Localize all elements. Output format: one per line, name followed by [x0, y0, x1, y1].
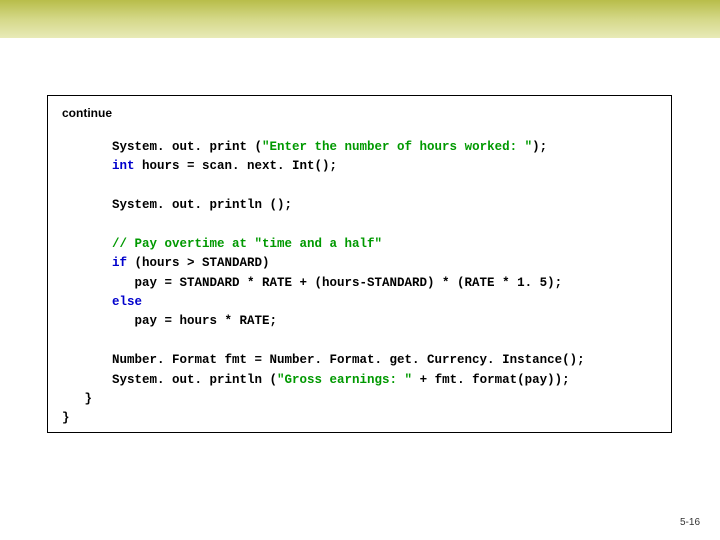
page-number: 5-16: [680, 517, 700, 528]
string-literal: "Gross earnings: ": [277, 373, 412, 387]
comment: // Pay overtime at "time and a half": [112, 237, 382, 251]
keyword-int: int: [112, 159, 135, 173]
code-text: + fmt. format(pay));: [412, 373, 570, 387]
code-text: );: [532, 140, 547, 154]
code-text: (hours > STANDARD): [127, 256, 270, 270]
code-text: }: [62, 411, 70, 425]
code-text: }: [62, 392, 92, 406]
code-block: System. out. print ("Enter the number of…: [112, 138, 657, 390]
continue-label: continue: [62, 106, 657, 120]
code-text: System. out. println (: [112, 373, 277, 387]
code-text: System. out. print (: [112, 140, 262, 154]
keyword-else: else: [112, 295, 142, 309]
closing-braces: } }: [62, 390, 657, 429]
code-text: pay = STANDARD * RATE + (hours-STANDARD)…: [112, 276, 562, 290]
keyword-if: if: [112, 256, 127, 270]
code-text: System. out. println ();: [112, 198, 292, 212]
code-text: hours = scan. next. Int();: [135, 159, 338, 173]
string-literal: "Enter the number of hours worked: ": [262, 140, 532, 154]
code-text: Number. Format fmt = Number. Format. get…: [112, 353, 585, 367]
code-text: pay = hours * RATE;: [112, 314, 277, 328]
slide-top-band: [0, 0, 720, 38]
code-container: continue System. out. print ("Enter the …: [47, 95, 672, 433]
